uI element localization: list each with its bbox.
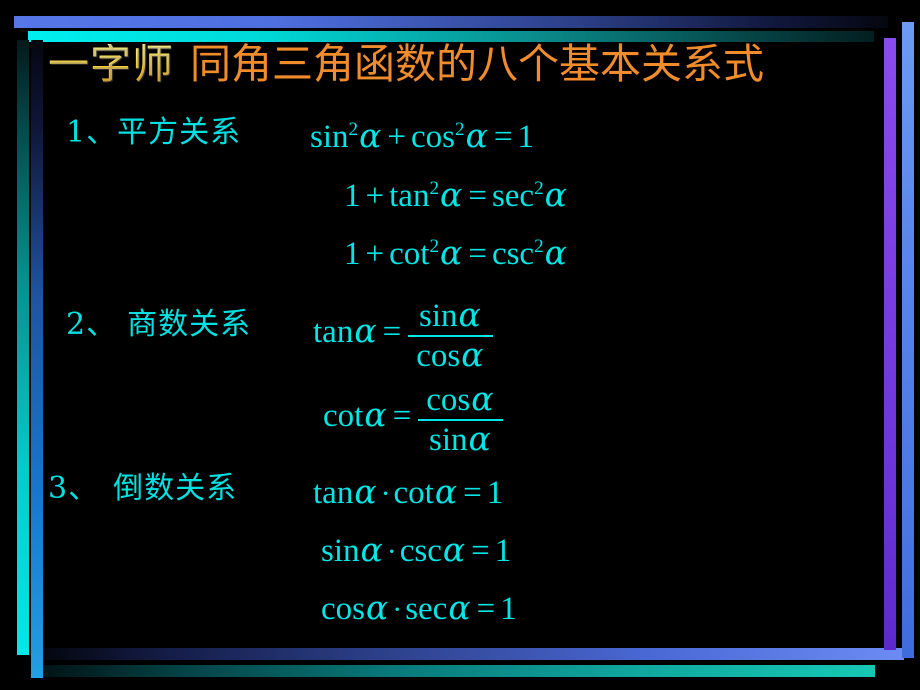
group-1-index: 1、 — [66, 115, 118, 150]
equation-tan-quotient: tanα = sinα cosα — [313, 297, 495, 372]
group-1-label: 平方关系 — [117, 115, 242, 150]
group-1-heading-row: 1、 平方关系 — [66, 118, 241, 148]
border-bar-left-blue — [31, 40, 43, 678]
formula-list: 1、 平方关系 sin2α + cos2α = 1 1 + tan2α = sec2α 1 + co… — [48, 104, 868, 640]
fraction-cos-over-sin: cosα sinα — [418, 382, 503, 457]
border-bar-bottom-teal — [43, 665, 875, 677]
equation-sin2-plus-cos2: sin2α + cos2α = 1 — [310, 116, 534, 155]
group-3-label: 倒数关系 — [113, 471, 238, 506]
equation-1-plus-tan2: 1 + tan2α = sec2α — [344, 175, 567, 214]
equation-cos-sec: cosα ·secα = 1 — [321, 588, 517, 627]
border-bar-right-blue — [902, 22, 914, 658]
border-bar-bottom-blue — [43, 648, 904, 660]
group-3-index: 3、 — [48, 471, 100, 506]
group-2-label: 商数关系 — [127, 307, 252, 342]
equation-cot-quotient: cotα = cosα sinα — [323, 381, 505, 456]
group-2-heading-row: 2、 商数关系 — [66, 310, 251, 340]
group-2-index: 2、 — [66, 307, 118, 342]
border-bar-top-blue — [14, 16, 888, 28]
title-main: 同角三角函数的八个基本关系式 — [190, 40, 764, 88]
slide-title: 一字师 同角三角函数的八个基本关系式 — [48, 44, 878, 102]
equation-sin-csc: sinα ·cscα = 1 — [321, 530, 512, 569]
border-bar-right-purple — [884, 38, 896, 650]
border-bar-left-cyan — [17, 40, 29, 655]
group-3-heading-row: 3、 倒数关系 — [48, 474, 237, 504]
fraction-sin-over-cos: sinα cosα — [408, 298, 493, 373]
title-prefix: 一字师 — [48, 40, 174, 88]
slide-canvas: 一字师 同角三角函数的八个基本关系式 1、 平方关系 sin2α + cos2α = 1… — [0, 0, 920, 690]
equation-tan-cot: tanα ·cotα = 1 — [313, 472, 504, 511]
equation-1-plus-cot2: 1 + cot2α = csc2α — [344, 233, 567, 272]
